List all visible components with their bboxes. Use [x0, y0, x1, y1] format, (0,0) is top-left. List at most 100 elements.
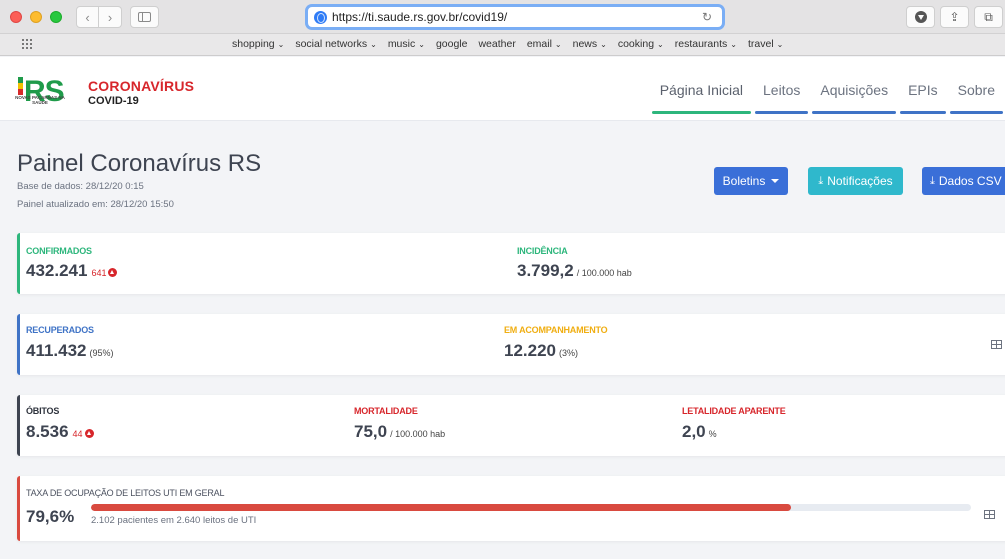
favorite-label: social networks — [295, 38, 368, 50]
table-icon[interactable] — [991, 340, 1002, 349]
ocupacao-uti-label: TAXA DE OCUPAÇÃO DE LEITOS UTI EM GERAL — [26, 488, 225, 498]
favorite-item[interactable]: news ⌄ — [573, 38, 607, 50]
mortalidade-unit: / 100.000 hab — [390, 429, 446, 439]
browser-toolbar: ‹ › https://ti.saude.rs.gov.br/covid19/ … — [0, 0, 1005, 34]
favorite-item[interactable]: social networks ⌄ — [295, 38, 376, 50]
minimize-window-button[interactable] — [30, 11, 42, 23]
favorite-label: music — [387, 38, 416, 50]
address-bar[interactable]: https://ti.saude.rs.gov.br/covid19/ ↻ — [307, 6, 723, 28]
chevron-down-icon: ⌄ — [418, 40, 425, 49]
dados-csv-download-button[interactable]: ⤓ Dados CSV — [922, 167, 1005, 195]
table-icon[interactable] — [984, 510, 995, 519]
favorite-item[interactable]: shopping ⌄ — [232, 38, 284, 50]
letalidade-value: 2,0% — [682, 422, 717, 442]
letalidade-label: LETALIDADE APARENTE — [682, 406, 786, 416]
favorite-item[interactable]: google — [436, 38, 468, 50]
tabs-icon: ⧉ — [984, 9, 993, 24]
favorite-item[interactable]: weather — [478, 38, 515, 50]
nav-epis[interactable]: EPIs — [898, 79, 948, 114]
nav-aquisicoes[interactable]: Aquisições — [810, 79, 898, 114]
chevron-down-icon: ⌄ — [370, 40, 377, 49]
incidencia-value: 3.799,2/ 100.000 hab — [517, 261, 632, 281]
nav-pagina-inicial[interactable]: Página Inicial — [650, 79, 753, 114]
recuperados-card: RECUPERADOS 411.432 (95%) EM ACOMPANHAMEN… — [17, 314, 1005, 375]
confirmados-label: CONFIRMADOS — [26, 246, 92, 256]
incidencia-label: INCIDÊNCIA — [517, 246, 568, 256]
favorite-item[interactable]: travel ⌄ — [748, 38, 783, 50]
incidencia-number: 3.799,2 — [517, 261, 574, 280]
favorite-item[interactable]: music ⌄ — [388, 38, 425, 50]
recuperados-label: RECUPERADOS — [26, 325, 94, 335]
favorites-list: shopping ⌄ social networks ⌄ music ⌄ google wea… — [232, 38, 783, 50]
notificacoes-download-button[interactable]: ⤓ Notificações — [808, 167, 903, 195]
obitos-delta: 44 — [72, 429, 83, 439]
favorite-label: google — [435, 38, 468, 50]
mortalidade-value: 75,0/ 100.000 hab — [354, 422, 445, 442]
boletins-dropdown-button[interactable]: Boletins — [714, 167, 788, 195]
chevron-down-icon: ⌄ — [657, 40, 664, 49]
arrow-up-circle-icon — [108, 268, 118, 277]
downloads-button[interactable] — [906, 6, 935, 28]
obitos-value: 8.536 44 — [26, 422, 94, 442]
boletins-label: Boletins — [722, 174, 766, 188]
nav-sobre[interactable]: Sobre — [948, 79, 1005, 114]
recuperados-value: 411.432 (95%) — [26, 341, 114, 361]
obitos-label: ÓBITOS — [26, 406, 60, 416]
sidebar-toggle-button[interactable] — [130, 6, 159, 28]
obitos-number: 8.536 — [26, 422, 69, 441]
mortalidade-number: 75,0 — [354, 422, 388, 441]
brand-subtitle: COVID-19 — [88, 95, 139, 107]
favorite-item[interactable]: email ⌄ — [527, 38, 562, 50]
globe-icon — [314, 10, 327, 24]
updated-timestamp: Painel atualizado em: 28/12/20 15:50 — [17, 199, 174, 210]
letalidade-number: 2,0 — [682, 422, 706, 441]
brand-title[interactable]: CORONAVÍRUS — [88, 78, 194, 94]
zoom-window-button[interactable] — [50, 11, 62, 23]
tab-overview-button[interactable]: ⧉ — [974, 6, 1003, 28]
logo-tagline: NOVAS PAÇARNAS NA SAÚDE — [15, 95, 65, 105]
dados-csv-label: Dados CSV — [938, 174, 1002, 188]
recuperados-number: 411.432 — [26, 341, 87, 360]
notificacoes-label: Notificações — [827, 174, 893, 188]
share-button[interactable]: ⇪ — [940, 6, 969, 28]
caret-down-icon — [771, 179, 780, 183]
download-icon: ⤓ — [930, 174, 935, 187]
nav-leitos[interactable]: Leitos — [753, 79, 810, 114]
favorite-item[interactable]: restaurants ⌄ — [675, 38, 737, 50]
back-button[interactable]: ‹ — [76, 6, 99, 28]
favorites-bar: shopping ⌄ social networks ⌄ music ⌄ google wea… — [0, 34, 1005, 56]
forward-button[interactable]: › — [99, 6, 122, 28]
ocupacao-uti-value: 79,6% — [26, 507, 75, 526]
acompanhamento-pct: (3%) — [559, 348, 579, 358]
chevron-down-icon: ⌄ — [776, 40, 784, 49]
favorite-label: news — [572, 38, 598, 50]
reload-icon[interactable]: ↻ — [702, 10, 712, 24]
grid-icon[interactable] — [22, 39, 34, 49]
acompanhamento-value: 12.220 (3%) — [504, 341, 578, 361]
acompanhamento-label: EM ACOMPANHAMENTO — [504, 325, 608, 335]
favorite-label: travel — [747, 38, 774, 50]
ocupacao-uti-detail: 2.102 pacientes em 2.640 leitos de UTI — [91, 515, 257, 526]
ocupacao-uti-progress-fill — [91, 504, 792, 511]
incidencia-unit: / 100.000 hab — [576, 268, 632, 278]
sidebar-icon — [138, 12, 151, 22]
close-window-button[interactable] — [10, 11, 22, 23]
ocupacao-uti-progress — [91, 504, 971, 511]
recuperados-pct: (95%) — [89, 348, 114, 358]
confirmados-card: CONFIRMADOS 432.241 641 INCIDÊNCIA 3.799,… — [17, 233, 1005, 294]
chevron-left-icon: ‹ — [85, 9, 90, 25]
chevron-down-icon: ⌄ — [554, 40, 562, 49]
site-header: RS NOVAS PAÇARNAS NA SAÚDE CORONAVÍRUS C… — [0, 57, 1005, 121]
confirmados-number: 432.241 — [26, 261, 88, 280]
acompanhamento-number: 12.220 — [504, 341, 556, 360]
download-icon: ⤓ — [818, 174, 824, 187]
favorite-item[interactable]: cooking ⌄ — [618, 38, 664, 50]
favorite-label: weather — [478, 38, 516, 50]
favorite-label: cooking — [617, 38, 655, 50]
confirmados-value: 432.241 641 — [26, 261, 118, 281]
chevron-down-icon: ⌄ — [277, 40, 285, 49]
share-icon: ⇪ — [949, 10, 960, 24]
favorite-label: shopping — [232, 38, 275, 50]
favorite-label: email — [526, 38, 552, 50]
main-nav: Página Inicial Leitos Aquisições EPIs So… — [650, 79, 1005, 114]
